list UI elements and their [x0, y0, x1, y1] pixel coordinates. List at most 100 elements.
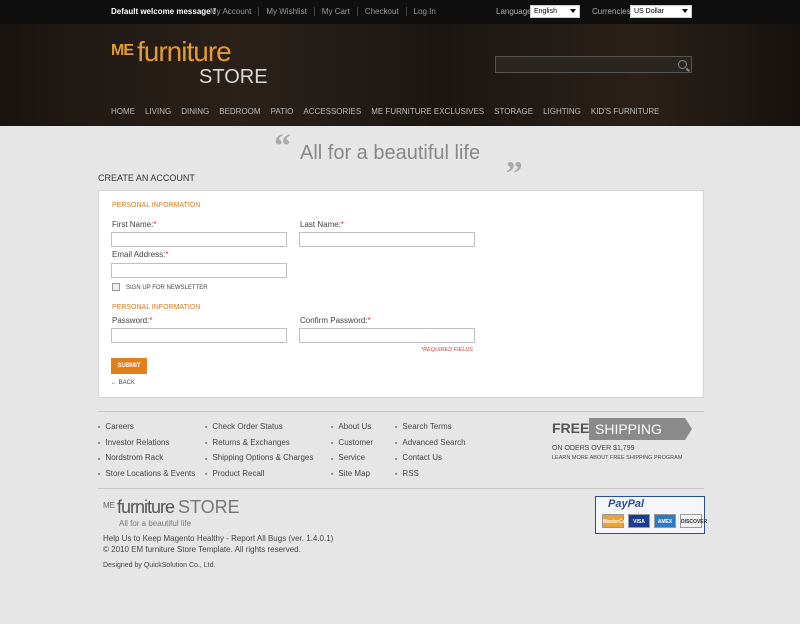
last-name-field[interactable]: [299, 232, 475, 247]
paypal-logo: PayPal: [608, 498, 645, 510]
required-mark: *: [153, 220, 157, 229]
footer-link[interactable]: Contact Us: [395, 453, 466, 469]
required-mark: *: [165, 250, 169, 259]
mastercard-icon: MasterCard: [602, 514, 631, 528]
card-logos: MasterCard VISA AMEX DISCOVER: [602, 514, 707, 528]
free-shipping-banner[interactable]: FREE SHIPPING ON ODERS OVER $1,799 LEARN…: [552, 418, 702, 464]
password-label: Password:*: [112, 316, 152, 325]
open-quote: “: [274, 128, 291, 165]
nav-home[interactable]: HOME: [111, 107, 135, 116]
amex-icon: AMEX: [654, 514, 676, 528]
chevron-down-icon: [682, 9, 688, 13]
nav-patio[interactable]: PATIO: [271, 107, 294, 116]
footer-col-2: Check Order Status Returns & Exchanges S…: [205, 422, 313, 484]
language-select[interactable]: English: [530, 5, 580, 18]
language-value: English: [534, 8, 557, 15]
footer-col-4: Search Terms Advanced Search Contact Us …: [395, 422, 466, 485]
required-mark: *: [367, 316, 371, 325]
back-link[interactable]: ← BACK: [111, 380, 135, 386]
footer-link[interactable]: Advanced Search: [395, 438, 465, 454]
footer-link[interactable]: Investor Relations: [98, 438, 195, 454]
footer-link[interactable]: Store Locations & Events: [98, 469, 195, 485]
footer-link[interactable]: Careers: [98, 422, 195, 438]
section-title-personal: PERSONAL INFORMATION: [112, 202, 201, 209]
newsletter-label: SIGN UP FOR NEWSLETTER: [126, 285, 208, 291]
tagline-text: All for a beautiful life: [300, 142, 481, 164]
checkout-link[interactable]: Checkout: [356, 7, 406, 16]
footer-logo: ME furniture STORE All for a beautiful l…: [103, 497, 263, 529]
my-account-link[interactable]: My Account: [210, 7, 258, 16]
designer-credit: Designed by QuickSolution Co., Ltd.: [103, 562, 216, 569]
shipping-learn-more[interactable]: LEARN MORE ABOUT FREE SHIPPING PROGRAM: [552, 455, 682, 461]
header: ME furniture STORE HOME LIVING DINING BE…: [0, 24, 800, 126]
confirm-password-label: Confirm Password:*: [300, 316, 371, 325]
nav-kids-furniture[interactable]: KID'S FURNITURE: [591, 107, 660, 116]
footer-logo-furniture: furniture: [117, 497, 175, 517]
tagline-banner: “ All for a beautiful life „: [272, 128, 532, 175]
nav-living[interactable]: LIVING: [145, 107, 171, 116]
footer-logo-store: STORE: [178, 497, 240, 517]
nav-exclusives[interactable]: ME FURNITURE EXCLUSIVES: [371, 107, 484, 116]
footer-col-1: Careers Investor Relations Nordstrom Rac…: [98, 422, 195, 484]
shipping-threshold: ON ODERS OVER $1,799: [552, 445, 635, 452]
footer-link[interactable]: About Us: [331, 422, 373, 438]
first-name-label-text: First Name:: [112, 220, 154, 229]
email-label: Email Address:*: [112, 250, 168, 259]
footer-link[interactable]: Search Terms: [395, 422, 466, 438]
nav-lighting[interactable]: LIGHTING: [543, 107, 581, 116]
copyright: © 2010 EM furniture Store Template. All …: [103, 545, 301, 554]
language-label: Language: [496, 7, 532, 16]
newsletter-checkbox[interactable]: [112, 283, 120, 291]
first-name-label: First Name:*: [112, 220, 156, 229]
visa-icon: VISA: [628, 514, 650, 528]
discover-icon: DISCOVER: [680, 514, 707, 528]
currency-label: Currencies: [592, 7, 631, 16]
search-input[interactable]: [495, 56, 692, 73]
shipping-word: SHIPPING: [589, 418, 685, 440]
footer-link[interactable]: Customer: [331, 438, 373, 454]
last-name-label-text: Last Name:: [300, 220, 341, 229]
logo-furniture: furniture: [137, 36, 232, 67]
footer-logo-me: ME: [103, 501, 115, 510]
create-account-form: PERSONAL INFORMATION First Name:* Last N…: [98, 190, 704, 398]
last-name-label: Last Name:*: [300, 220, 344, 229]
footer-link[interactable]: Nordstrom Rack: [98, 453, 195, 469]
confirm-password-label-text: Confirm Password:: [300, 316, 368, 325]
top-bar: Default welcome message ! My Account My …: [0, 0, 800, 24]
required-mark: *: [149, 316, 153, 325]
nav-bedroom[interactable]: BEDROOM: [219, 107, 260, 116]
logo-store: STORE: [199, 66, 268, 88]
welcome-message: Default welcome message !: [111, 7, 216, 16]
confirm-password-field[interactable]: [299, 328, 475, 343]
required-mark: *: [340, 220, 345, 229]
submit-button[interactable]: SUBMIT: [111, 358, 147, 374]
nav-storage[interactable]: STORAGE: [494, 107, 533, 116]
chevron-down-icon: [570, 9, 576, 13]
footer-link[interactable]: Service: [331, 453, 373, 469]
email-label-text: Email Address:: [112, 250, 166, 259]
footer-link[interactable]: RSS: [395, 469, 466, 485]
my-cart-link[interactable]: My Cart: [313, 7, 357, 16]
store-logo[interactable]: ME furniture STORE: [111, 36, 271, 96]
search-icon[interactable]: [678, 60, 687, 69]
login-link[interactable]: Log In: [405, 7, 443, 16]
chevron-right-icon: [685, 418, 692, 440]
footer-link[interactable]: Check Order Status: [205, 422, 313, 438]
paypal-badge: PayPal MasterCard VISA AMEX DISCOVER: [595, 496, 707, 534]
footer-link[interactable]: Returns & Exchanges: [205, 438, 313, 454]
first-name-field[interactable]: [111, 232, 287, 247]
footer-link[interactable]: Site Map: [331, 469, 373, 485]
email-field[interactable]: [111, 263, 287, 278]
close-quote: „: [506, 138, 523, 175]
main-nav: HOME LIVING DINING BEDROOM PATIO ACCESSO…: [111, 107, 670, 116]
password-field[interactable]: [111, 328, 287, 343]
bug-report-link[interactable]: Help Us to Keep Magento Healthy - Report…: [103, 534, 333, 543]
nav-accessories[interactable]: ACCESSORIES: [303, 107, 361, 116]
currency-select[interactable]: US Dollar: [630, 5, 692, 18]
footer-link[interactable]: Shipping Options & Charges: [205, 453, 313, 469]
required-fields-note: *REQUIRED FIELDS: [421, 347, 473, 353]
nav-dining[interactable]: DINING: [181, 107, 209, 116]
footer-logo-tagline: All for a beautiful life: [119, 519, 192, 528]
footer-link[interactable]: Product Recall: [205, 469, 313, 485]
my-wishlist-link[interactable]: My Wishlist: [258, 7, 313, 16]
